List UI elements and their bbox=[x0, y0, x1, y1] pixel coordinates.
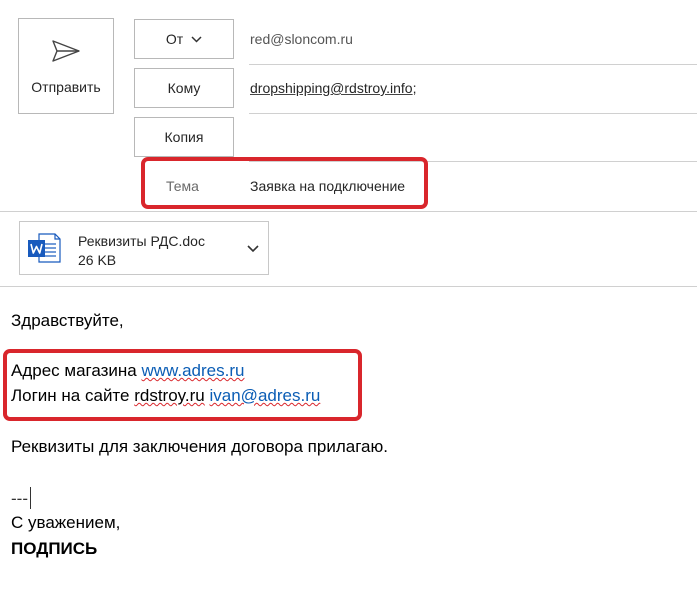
recipient-separator: ; bbox=[412, 80, 417, 96]
signature-separator[interactable]: --- bbox=[11, 487, 31, 509]
subject-highlight-box bbox=[141, 157, 428, 209]
from-button[interactable]: От bbox=[134, 19, 234, 59]
separator-dashes: --- bbox=[11, 489, 28, 508]
to-button-label: Кому bbox=[167, 80, 201, 96]
send-button-label: Отправить bbox=[31, 79, 101, 95]
body-greeting: Здравствуйте, bbox=[11, 311, 124, 330]
send-icon bbox=[52, 40, 80, 62]
attachment-card[interactable]: Реквизиты РДС.doc 26 KB bbox=[19, 221, 269, 275]
recipient-address[interactable]: dropshipping@rdstroy.info bbox=[250, 80, 413, 96]
from-field[interactable]: red@sloncom.ru bbox=[250, 31, 353, 47]
from-button-label: От bbox=[165, 31, 184, 47]
send-button[interactable]: Отправить bbox=[18, 18, 114, 114]
email-compose-window: Отправить От red@sloncom.ru Кому dropshi… bbox=[0, 0, 697, 594]
text-cursor bbox=[29, 487, 31, 509]
chevron-down-icon bbox=[191, 35, 202, 43]
chevron-down-icon[interactable] bbox=[247, 245, 259, 253]
divider bbox=[249, 113, 697, 114]
to-button[interactable]: Кому bbox=[134, 68, 234, 108]
divider bbox=[249, 64, 697, 65]
body-regards: С уважением, bbox=[11, 513, 121, 532]
body-attach-note: Реквизиты для заключения договора прилаг… bbox=[11, 437, 388, 456]
attachment-size: 26 KB bbox=[78, 252, 117, 268]
divider bbox=[0, 211, 697, 212]
word-doc-icon bbox=[28, 233, 61, 263]
to-field[interactable]: dropshipping@rdstroy.info; bbox=[250, 80, 416, 96]
cc-button-label: Копия bbox=[164, 129, 204, 145]
cc-button[interactable]: Копия bbox=[134, 117, 234, 157]
divider bbox=[0, 286, 697, 287]
body-highlight-box bbox=[3, 349, 362, 421]
body-signature: ПОДПИСЬ bbox=[11, 539, 98, 558]
attachment-name: Реквизиты РДС.doc bbox=[78, 233, 205, 249]
